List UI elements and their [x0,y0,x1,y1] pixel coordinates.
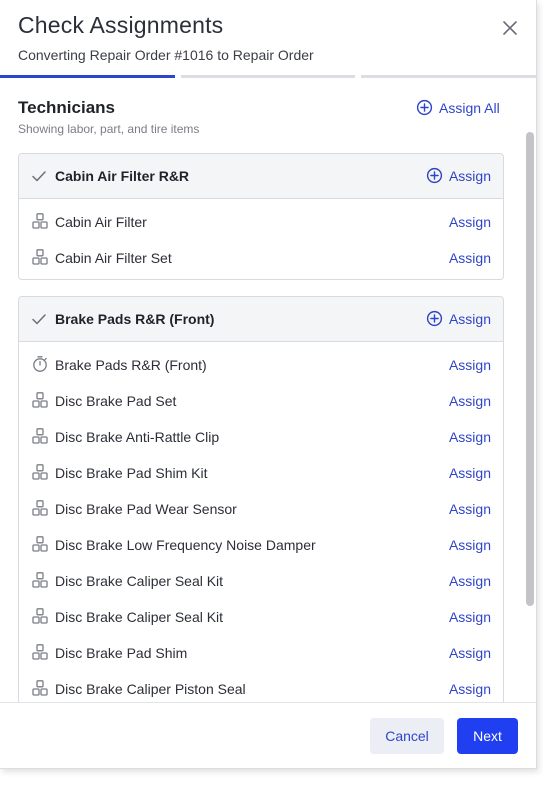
check-assignments-dialog: Check Assignments Converting Repair Orde… [0,0,537,769]
list-item: Cabin Air Filter Assign [19,203,503,239]
job-card-header: Brake Pads R&R (Front) Assign [19,297,503,342]
cancel-button[interactable]: Cancel [370,718,444,754]
job-card: Cabin Air Filter R&R Assign Cabin Air Fi… [18,153,504,280]
plus-circle-icon [426,310,443,327]
step-2-indicator [181,75,355,78]
section-title: Technicians [18,98,115,117]
close-icon [503,21,517,35]
item-assign-link[interactable]: Assign [449,429,491,445]
list-item: Disc Brake Pad Shim Kit Assign [19,454,503,490]
job-assign-label: Assign [448,310,491,327]
job-item-list: Cabin Air Filter Assign Cabin Air Filter… [19,199,503,279]
job-card: Brake Pads R&R (Front) Assign Brake Pads… [18,296,504,702]
next-button[interactable]: Next [457,718,518,754]
job-name: Brake Pads R&R (Front) [55,311,215,327]
item-assign-link[interactable]: Assign [449,609,491,625]
item-assign-link[interactable]: Assign [449,357,491,373]
part-icon [32,680,48,696]
job-assign-label: Assign [448,167,491,184]
item-name: Disc Brake Low Frequency Noise Damper [55,537,316,553]
list-item: Disc Brake Low Frequency Noise Damper As… [19,526,503,562]
list-item: Cabin Air Filter Set Assign [19,239,503,275]
list-item: Brake Pads R&R (Front) Assign [19,346,503,382]
part-icon [32,500,48,516]
close-button[interactable] [498,16,522,40]
dialog-title: Check Assignments [18,12,224,38]
step-progress [0,75,536,78]
part-icon [32,644,48,660]
plus-circle-icon [416,99,433,116]
assign-all-label: Assign All [439,99,500,116]
item-name: Cabin Air Filter [55,214,147,230]
list-item: Disc Brake Pad Set Assign [19,382,503,418]
part-icon [32,213,48,229]
step-1-indicator [0,75,175,78]
check-icon [32,314,46,325]
item-name: Disc Brake Caliper Piston Seal [55,681,246,697]
part-icon [32,464,48,480]
item-name: Disc Brake Caliper Seal Kit [55,609,224,625]
content-scrollbar[interactable] [526,132,534,606]
job-name: Cabin Air Filter R&R [55,168,190,184]
item-name: Disc Brake Pad Wear Sensor [55,501,237,517]
dialog-header: Check Assignments Converting Repair Orde… [0,0,536,78]
item-name: Disc Brake Caliper Seal Kit [55,573,224,589]
part-icon [32,572,48,588]
item-assign-link[interactable]: Assign [449,393,491,409]
item-name: Disc Brake Anti-Rattle Clip [55,429,220,445]
dialog-footer: Cancel Next [0,702,536,768]
labor-timer-icon [33,356,47,372]
item-name: Cabin Air Filter Set [55,250,172,266]
item-assign-link[interactable]: Assign [449,573,491,589]
dialog-content: Technicians Showing labor, part, and tir… [0,80,524,702]
list-item: Disc Brake Caliper Seal Kit Assign [19,562,503,598]
part-icon [32,392,48,408]
dialog-subtitle: Converting Repair Order #1016 to Repair … [18,47,314,63]
part-icon [32,428,48,444]
item-name: Disc Brake Pad Set [55,393,177,409]
assign-all-button[interactable]: Assign All [416,99,500,116]
list-item: Disc Brake Caliper Seal Kit Assign [19,598,503,634]
check-icon [32,171,46,182]
item-name: Brake Pads R&R (Front) [55,357,207,373]
list-item: Disc Brake Pad Wear Sensor Assign [19,490,503,526]
job-assign-button[interactable]: Assign [426,310,491,327]
job-card-header: Cabin Air Filter R&R Assign [19,154,503,199]
item-name: Disc Brake Pad Shim [55,645,188,661]
item-assign-link[interactable]: Assign [449,645,491,661]
part-icon [32,249,48,265]
list-item: Disc Brake Anti-Rattle Clip Assign [19,418,503,454]
item-assign-link[interactable]: Assign [449,250,491,266]
plus-circle-icon [426,167,443,184]
part-icon [32,536,48,552]
item-name: Disc Brake Pad Shim Kit [55,465,208,481]
list-item: Disc Brake Caliper Piston Seal Assign [19,670,503,702]
item-assign-link[interactable]: Assign [449,214,491,230]
item-assign-link[interactable]: Assign [449,537,491,553]
job-assign-button[interactable]: Assign [426,167,491,184]
section-subtitle: Showing labor, part, and tire items [18,122,200,136]
item-assign-link[interactable]: Assign [449,465,491,481]
list-item: Disc Brake Pad Shim Assign [19,634,503,670]
item-assign-link[interactable]: Assign [449,501,491,517]
part-icon [32,608,48,624]
job-item-list: Brake Pads R&R (Front) Assign Disc Brake… [19,342,503,702]
item-assign-link[interactable]: Assign [449,681,491,697]
step-3-indicator [361,75,536,78]
